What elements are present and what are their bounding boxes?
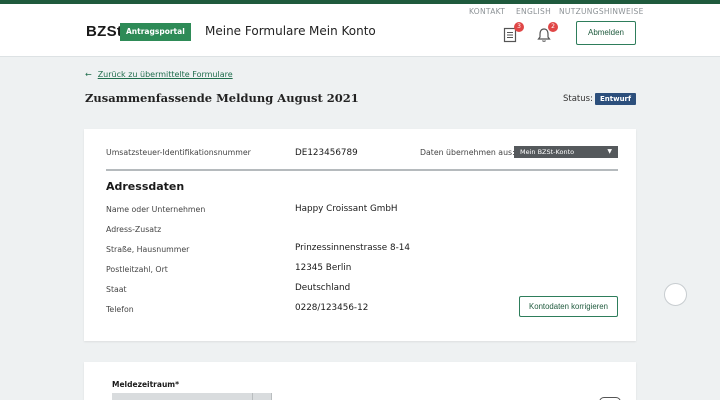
vat-id-label: Umsatzsteuer-Identifikationsnummer (106, 148, 251, 157)
chevron-down-icon: ▼ (607, 148, 612, 155)
postal-city-label: Postleitzahl, Ort (106, 265, 168, 274)
notifications-button[interactable]: 2 (537, 22, 558, 45)
section-divider (106, 169, 618, 171)
documents-button[interactable]: 3 (503, 22, 524, 45)
vat-id-value: DE123456789 (295, 148, 358, 158)
address-suffix-label: Adress-Zusatz (106, 225, 162, 234)
street-label: Straße, Hausnummer (106, 245, 190, 254)
correct-account-data-button[interactable]: Kontodaten korrigieren (519, 296, 618, 317)
nav-my-forms[interactable]: Meine Formulare (205, 24, 305, 38)
company-name-label: Name oder Unternehmen (106, 205, 206, 214)
usage-notes-link[interactable]: NUTZUNGSHINWEISE (559, 7, 644, 16)
country-label: Staat (106, 285, 127, 294)
contact-link[interactable]: KONTAKT (469, 7, 505, 16)
arrow-left-icon: ← (85, 70, 92, 79)
status-badge: Entwurf (595, 93, 637, 105)
address-section-title: Adressdaten (106, 180, 185, 193)
reporting-period-select[interactable] (112, 393, 272, 400)
import-source-select[interactable]: Mein BZSt-Konto ▼ (514, 146, 618, 158)
back-link-label: Zurück zu übermittelte Formulare (97, 70, 233, 79)
country-value: Deutschland (295, 283, 351, 293)
phone-label: Telefon (106, 305, 134, 314)
bzst-logo[interactable]: BZSt (86, 23, 122, 40)
site-header: KONTAKT ENGLISH NUTZUNGSHINWEISE BZSt An… (0, 4, 720, 57)
import-source-value: Mein BZSt-Konto (520, 148, 575, 156)
page-title: Zusammenfassende Meldung August 2021 (85, 91, 359, 105)
portal-badge: Antragsportal (120, 23, 191, 41)
floating-scroll-button[interactable] (664, 283, 687, 306)
notifications-count-badge: 2 (548, 22, 558, 32)
documents-count-badge: 3 (514, 22, 524, 32)
status-label: Status: (563, 94, 593, 104)
english-link[interactable]: ENGLISH (516, 7, 551, 16)
street-value: Prinzessinnenstrasse 8-14 (295, 243, 410, 253)
company-name-value: Happy Croissant GmbH (295, 204, 398, 214)
back-link[interactable]: ← Zurück zu übermittelte Formulare (85, 70, 233, 79)
nav-my-account[interactable]: Mein Konto (309, 24, 376, 38)
phone-value: 0228/123456-12 (295, 303, 369, 313)
reporting-period-card: Meldezeitraum* (84, 362, 636, 400)
import-source-label: Daten übernehmen aus: (420, 148, 515, 157)
logout-button[interactable]: Abmelden (576, 21, 636, 45)
postal-city-value: 12345 Berlin (295, 263, 352, 273)
reporting-period-label: Meldezeitraum* (112, 380, 180, 389)
account-data-card: Umsatzsteuer-Identifikationsnummer DE123… (84, 129, 636, 341)
